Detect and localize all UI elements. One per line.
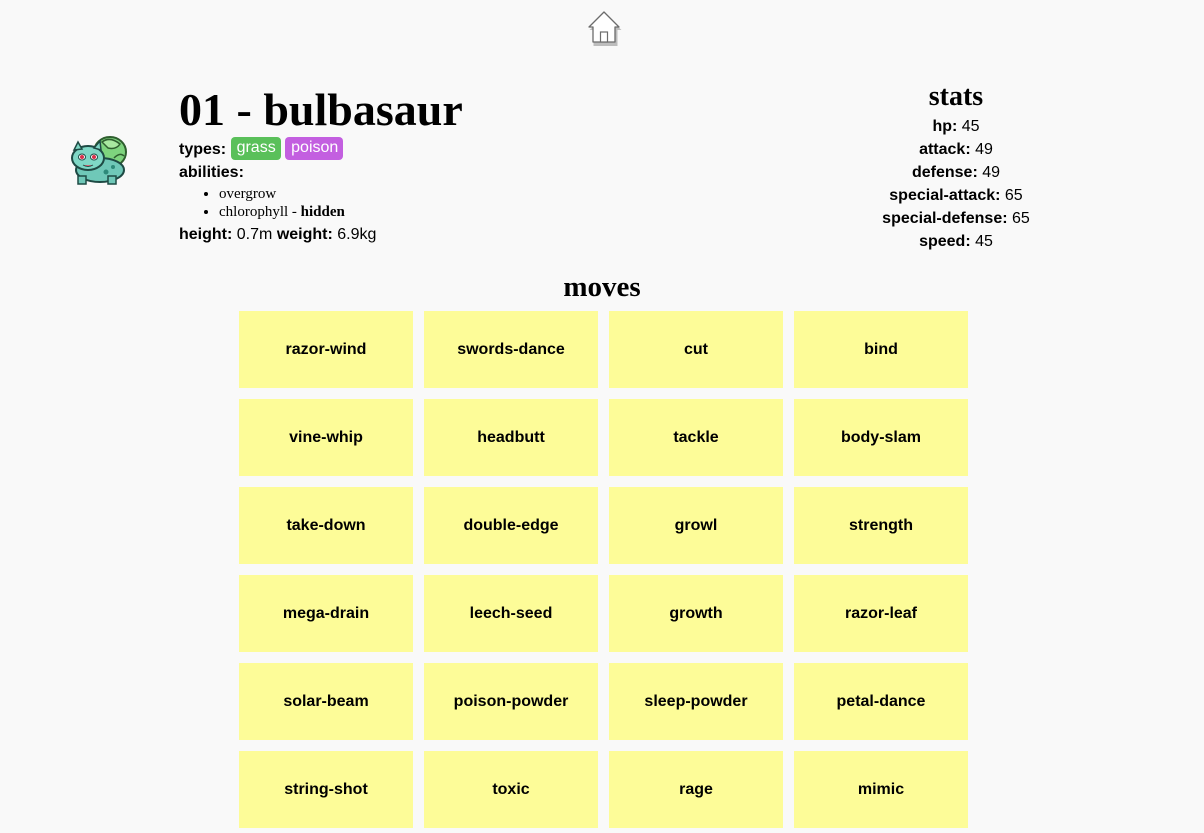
type-badge-poison: poison xyxy=(285,137,344,161)
stat-value: 49 xyxy=(982,164,1001,181)
stat-label: speed: xyxy=(919,233,971,250)
measurements-row: height: 0.7m weight: 6.9kg xyxy=(179,223,739,246)
move-card[interactable]: poison-powder xyxy=(424,663,598,740)
ability-item: chlorophyll - hidden xyxy=(219,203,739,221)
ability-hidden-tag: hidden xyxy=(300,204,345,220)
stat-label: hp: xyxy=(932,118,958,135)
moves-title: moves xyxy=(563,271,641,303)
move-card[interactable]: razor-leaf xyxy=(794,575,968,652)
move-card[interactable]: razor-wind xyxy=(239,311,413,388)
types-row: types: grass poison xyxy=(179,137,739,161)
stat-value: 49 xyxy=(975,141,993,158)
stats-title: stats xyxy=(928,81,984,112)
stat-value: 65 xyxy=(1012,210,1030,227)
stat-hp: hp: 45 xyxy=(836,115,1076,138)
weight-value: 6.9kg xyxy=(337,226,377,243)
move-card[interactable]: double-edge xyxy=(424,487,598,564)
move-card[interactable]: swords-dance xyxy=(424,311,598,388)
bulbasaur-sprite-icon xyxy=(71,136,127,185)
ability-name: chlorophyll xyxy=(219,204,289,220)
stat-value: 45 xyxy=(975,233,993,250)
pokemon-info: 01 - bulbasaur types: grass poison abili… xyxy=(179,84,739,246)
home-icon xyxy=(588,11,622,46)
move-card[interactable]: growth xyxy=(609,575,783,652)
move-card[interactable]: string-shot xyxy=(239,751,413,828)
stat-special-attack: special-attack: 65 xyxy=(836,184,1076,207)
stat-attack: attack: 49 xyxy=(836,138,1076,161)
move-card[interactable]: body-slam xyxy=(794,399,968,476)
move-card[interactable]: leech-seed xyxy=(424,575,598,652)
pokemon-sprite xyxy=(68,132,130,188)
move-card[interactable]: mimic xyxy=(794,751,968,828)
stat-special-defense: special-defense: 65 xyxy=(836,207,1076,230)
abilities-label: abilities: xyxy=(179,164,244,181)
move-card[interactable]: solar-beam xyxy=(239,663,413,740)
stat-value: 45 xyxy=(961,118,980,135)
stat-value: 65 xyxy=(1004,187,1023,204)
ability-item: overgrow xyxy=(219,185,739,203)
stat-label: defense: xyxy=(911,164,978,181)
move-card[interactable]: sleep-powder xyxy=(609,663,783,740)
ability-name: overgrow xyxy=(219,186,277,202)
weight-label: weight: xyxy=(276,226,333,243)
height-value: 0.7m xyxy=(236,226,273,243)
abilities-list: overgrow chlorophyll - hidden xyxy=(179,185,739,221)
move-card[interactable]: vine-whip xyxy=(239,399,413,476)
ability-separator: - xyxy=(288,204,301,220)
stats-panel: stats hp: 45 attack: 49 defense: 49 spec… xyxy=(836,80,1076,253)
pokemon-title: 01 - bulbasaur xyxy=(179,84,463,135)
move-card[interactable]: rage xyxy=(609,751,783,828)
height-label: height: xyxy=(179,226,233,243)
move-card[interactable]: bind xyxy=(794,311,968,388)
move-card[interactable]: strength xyxy=(794,487,968,564)
stat-label: special-defense: xyxy=(882,210,1008,227)
move-card[interactable]: toxic xyxy=(424,751,598,828)
moves-grid: razor-wind swords-dance cut bind vine-wh… xyxy=(239,311,969,828)
stat-label: special-attack: xyxy=(889,187,1001,204)
move-card[interactable]: mega-drain xyxy=(239,575,413,652)
home-button[interactable] xyxy=(584,8,624,48)
stat-label: attack: xyxy=(919,141,971,158)
type-badge-grass: grass xyxy=(230,137,281,161)
move-card[interactable]: headbutt xyxy=(424,399,598,476)
move-card[interactable]: cut xyxy=(609,311,783,388)
stat-defense: defense: 49 xyxy=(836,161,1076,184)
stat-speed: speed: 45 xyxy=(836,230,1076,253)
move-card[interactable]: growl xyxy=(609,487,783,564)
move-card[interactable]: tackle xyxy=(609,399,783,476)
move-card[interactable]: petal-dance xyxy=(794,663,968,740)
move-card[interactable]: take-down xyxy=(239,487,413,564)
types-label: types: xyxy=(179,141,227,158)
